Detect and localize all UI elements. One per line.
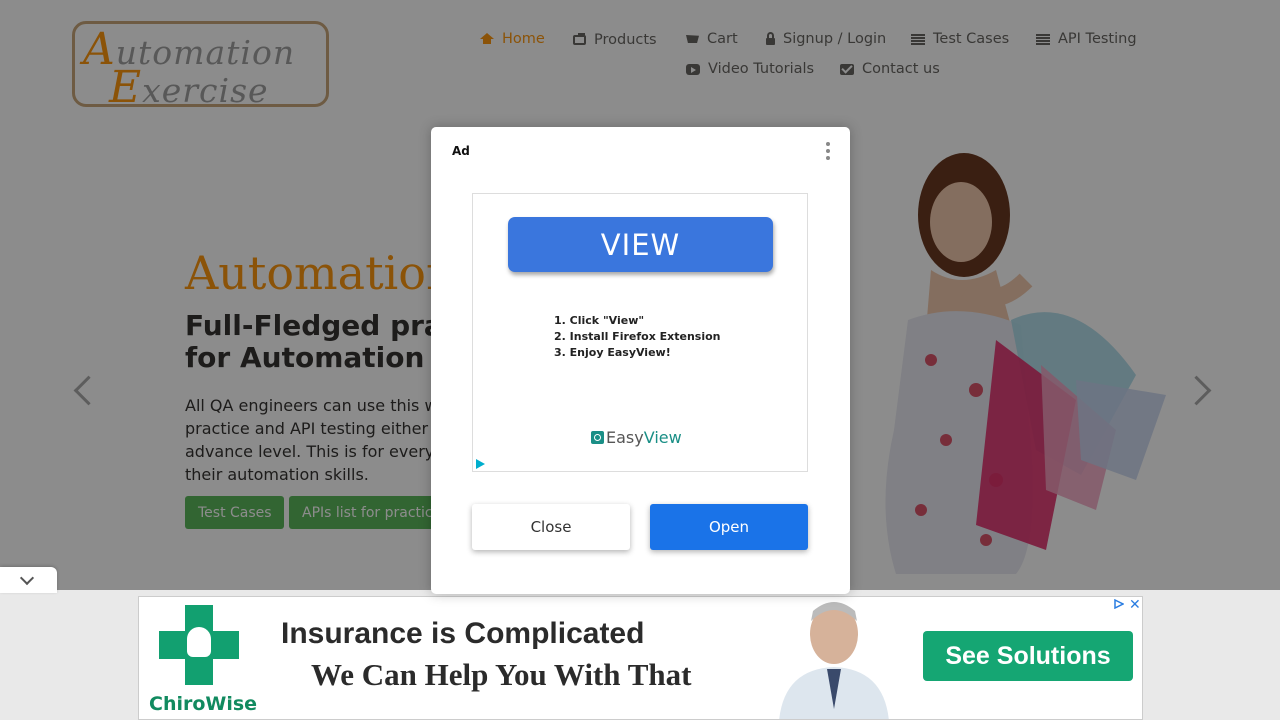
kebab-dot	[826, 156, 830, 160]
easyview-logo: EasyView	[591, 428, 682, 447]
see-solutions-button[interactable]: See Solutions	[923, 631, 1133, 681]
owl-icon	[187, 627, 211, 657]
kebab-dot	[826, 142, 830, 146]
more-options-icon[interactable]	[826, 142, 830, 160]
easyview-part2: View	[643, 428, 682, 447]
ad-creative[interactable]: VIEW 1. Click "View" 2. Install Firefox …	[472, 193, 808, 472]
open-button[interactable]: Open	[650, 504, 808, 550]
banner-brand: ChiroWise	[149, 693, 258, 715]
banner-subline: We Can Help You With That	[311, 657, 692, 692]
adchoices-icon[interactable]	[1114, 599, 1124, 609]
ad-label: Ad	[452, 144, 470, 158]
ad-step: 1. Click "View"	[554, 314, 645, 327]
adchoices-play-icon[interactable]	[476, 459, 485, 469]
easyview-part1: Easy	[606, 428, 644, 447]
chevron-down-icon	[19, 570, 35, 586]
banner-headline: Insurance is Complicated	[281, 617, 645, 650]
ad-step: 3. Enjoy EasyView!	[554, 346, 671, 359]
collapse-ad-button[interactable]	[0, 567, 57, 593]
banner-close-icon[interactable]: ✕	[1129, 597, 1141, 613]
insurance-banner-ad[interactable]: ChiroWise Insurance is Complicated We Ca…	[138, 596, 1143, 720]
page: Automation Exercise Home Products Cart S…	[0, 0, 1280, 720]
view-button[interactable]: VIEW	[508, 217, 773, 272]
kebab-dot	[826, 149, 830, 153]
banner-person-image	[779, 602, 889, 719]
chirowise-cross-logo	[159, 605, 239, 685]
easyview-eye-icon	[591, 431, 604, 444]
ad-steps: 1. Click "View" 2. Install Firefox Exten…	[554, 313, 721, 361]
close-button[interactable]: Close	[472, 504, 630, 550]
easyview-wordmark: EasyView	[606, 428, 682, 447]
ad-modal: Ad VIEW 1. Click "View" 2. Install Firef…	[431, 127, 850, 594]
ad-step: 2. Install Firefox Extension	[554, 330, 721, 343]
